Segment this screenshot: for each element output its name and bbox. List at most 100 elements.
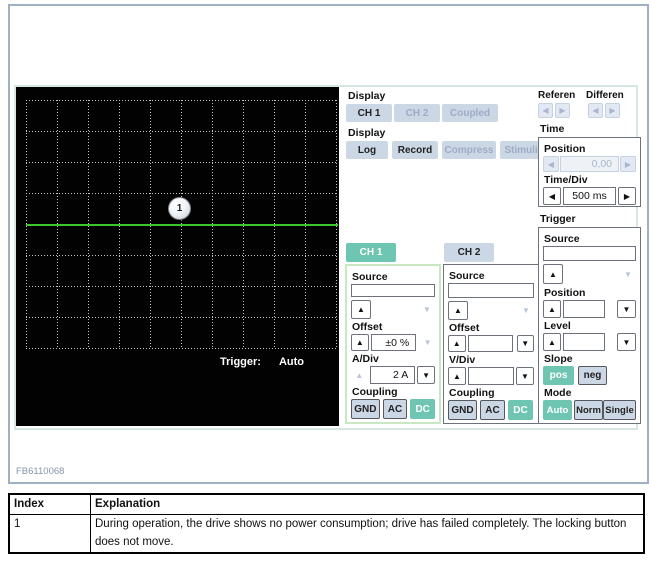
ch2-vdiv-up-button[interactable]: ▲	[448, 367, 466, 385]
down-arrow-icon: ▼	[424, 338, 432, 347]
ch2-vdiv-down-button[interactable]: ▼	[516, 367, 534, 385]
ch2-offset-control: ▲ ▼	[448, 335, 534, 352]
ch2-source-field[interactable]	[448, 283, 534, 298]
referen-prev-button[interactable]: ◀	[538, 103, 553, 118]
trigger-source-label: Source	[544, 233, 636, 245]
stimuli-button[interactable]: Stimuli	[500, 141, 542, 159]
index-cell: 1	[9, 515, 91, 553]
trigger-position-down-button[interactable]: ▼	[617, 300, 636, 318]
time-box: Position ◀ 0,00 ▶ Time/Div ◀ 500 ms ▶	[538, 137, 641, 207]
mode-auto-button[interactable]: Auto	[543, 400, 572, 420]
trigger-level-field[interactable]	[563, 333, 605, 351]
ch2-coupling-control: GND AC DC	[448, 400, 534, 420]
ch2-vdiv-field[interactable]	[468, 367, 514, 385]
ch1-source-down-button[interactable]: ▼	[419, 303, 435, 317]
ch1-offset-label: Offset	[352, 321, 435, 333]
left-arrow-icon: ◀	[592, 106, 598, 115]
display-coupled-button[interactable]: Coupled	[442, 104, 498, 122]
ch2-tab-button[interactable]: CH 2	[444, 243, 494, 262]
ch2-offset-up-button[interactable]: ▲	[448, 335, 466, 352]
ch2-source-up-button[interactable]: ▲	[448, 301, 468, 320]
up-arrow-icon: ▲	[454, 306, 462, 315]
down-arrow-icon: ▼	[623, 305, 631, 314]
ch1-dc-button[interactable]: DC	[410, 399, 435, 419]
slope-neg-button[interactable]: neg	[578, 366, 607, 385]
ch1-source-spinner: ▲ ▼	[351, 300, 435, 319]
timediv-prev-button[interactable]: ◀	[543, 187, 561, 205]
display-channels-label: Display	[348, 90, 385, 102]
up-arrow-icon: ▲	[549, 270, 557, 279]
ch1-adiv-down-button[interactable]: ▼	[417, 366, 435, 384]
ch1-tab-button[interactable]: CH 1	[346, 243, 396, 262]
time-position-control: ◀ 0,00 ▶	[543, 156, 636, 172]
trigger-level-label: Level	[544, 320, 636, 332]
ch1-offset-down-button[interactable]: ▼	[420, 336, 435, 349]
trigger-source-up-button[interactable]: ▲	[543, 264, 563, 284]
differen-prev-button[interactable]: ◀	[588, 103, 603, 118]
ch1-adiv-label: A/Div	[352, 353, 435, 365]
ch1-adiv-up-button[interactable]: ▲	[351, 368, 368, 382]
trigger-source-down-button[interactable]: ▼	[620, 267, 636, 281]
display-ch1-button[interactable]: CH 1	[346, 104, 392, 122]
timediv-value[interactable]: 500 ms	[563, 187, 616, 205]
ch1-ac-button[interactable]: AC	[383, 399, 408, 419]
ch1-source-field[interactable]	[351, 284, 435, 297]
ch1-source-up-button[interactable]: ▲	[351, 300, 371, 319]
down-arrow-icon: ▼	[624, 270, 632, 279]
compress-button[interactable]: Compress	[442, 141, 496, 159]
down-arrow-icon: ▼	[423, 305, 431, 314]
log-button[interactable]: Log	[346, 141, 388, 159]
ch2-source-label: Source	[449, 270, 534, 282]
scope-trace-line	[26, 224, 338, 226]
trigger-section-label: Trigger	[540, 213, 576, 225]
ch2-offset-field[interactable]	[468, 335, 513, 352]
slope-pos-button[interactable]: pos	[543, 366, 574, 385]
ch2-source-down-button[interactable]: ▼	[518, 304, 534, 318]
referen-next-button[interactable]: ▶	[555, 103, 570, 118]
trigger-position-up-button[interactable]: ▲	[543, 300, 561, 318]
ch2-offset-label: Offset	[449, 322, 534, 334]
mode-norm-button[interactable]: Norm	[574, 400, 603, 420]
up-arrow-icon: ▲	[453, 339, 461, 348]
table-header-row: Index Explanation	[9, 494, 644, 515]
left-arrow-icon: ◀	[548, 160, 554, 169]
trigger-level-up-button[interactable]: ▲	[543, 333, 561, 351]
ch1-offset-field[interactable]: ±0 %	[371, 334, 416, 351]
timediv-control: ◀ 500 ms ▶	[543, 187, 636, 205]
trigger-level-down-button[interactable]: ▼	[617, 333, 636, 351]
right-arrow-icon: ▶	[609, 106, 615, 115]
left-arrow-icon: ◀	[542, 106, 548, 115]
up-arrow-icon: ▲	[357, 305, 365, 314]
marker-label: 1	[177, 203, 183, 214]
time-position-next-button[interactable]: ▶	[620, 156, 636, 172]
trigger-mode-control: Auto Norm Single	[543, 400, 636, 420]
left-arrow-icon: ◀	[549, 192, 555, 201]
up-arrow-icon: ▲	[356, 338, 364, 347]
ch1-offset-up-button[interactable]: ▲	[351, 334, 369, 351]
timediv-label: Time/Div	[544, 174, 636, 186]
differen-next-button[interactable]: ▶	[605, 103, 620, 118]
time-position-prev-button[interactable]: ◀	[543, 156, 559, 172]
trigger-status: Trigger: Auto	[220, 356, 304, 368]
ch2-offset-down-button[interactable]: ▼	[517, 335, 535, 352]
trigger-status-label: Trigger:	[220, 356, 261, 368]
mode-single-button[interactable]: Single	[603, 400, 636, 420]
down-arrow-icon: ▼	[521, 339, 529, 348]
ch1-gnd-button[interactable]: GND	[351, 399, 380, 419]
ch2-gnd-button[interactable]: GND	[448, 400, 477, 420]
trigger-position-label: Position	[544, 287, 636, 299]
trigger-slope-control: pos neg	[543, 366, 636, 385]
time-position-value[interactable]: 0,00	[560, 156, 619, 172]
trigger-source-field[interactable]	[543, 246, 636, 261]
down-arrow-icon: ▼	[422, 371, 430, 380]
ch1-adiv-field[interactable]: 2 A	[370, 366, 416, 384]
right-arrow-icon: ▶	[625, 160, 631, 169]
ch2-dc-button[interactable]: DC	[508, 400, 533, 420]
timediv-next-button[interactable]: ▶	[618, 187, 636, 205]
ch2-ac-button[interactable]: AC	[480, 400, 505, 420]
figure-caption: FB6110068	[16, 466, 64, 477]
record-button[interactable]: Record	[392, 141, 438, 159]
up-arrow-icon: ▲	[548, 305, 556, 314]
trigger-position-field[interactable]	[563, 300, 605, 318]
display-ch2-button[interactable]: CH 2	[394, 104, 440, 122]
